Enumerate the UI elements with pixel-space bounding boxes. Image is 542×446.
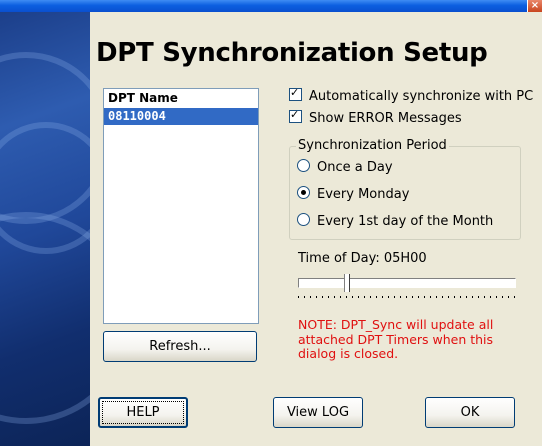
auto-sync-checkbox-row[interactable]: ✓ Automatically synchronize with PC — [289, 86, 534, 105]
radio-button[interactable] — [297, 159, 310, 172]
radio-button[interactable] — [297, 213, 310, 226]
close-icon: × — [530, 0, 540, 11]
slider-thumb[interactable] — [344, 274, 350, 292]
close-note: NOTE: DPT_Sync will update all attached … — [298, 317, 494, 361]
dpt-name-list[interactable]: DPT Name 08110004 — [103, 88, 259, 324]
auto-sync-checkbox[interactable]: ✓ — [289, 86, 302, 101]
dialog-window: × DPT Synchronization Setup DPT Name 081… — [0, 0, 542, 446]
dialog-title: DPT Synchronization Setup — [96, 38, 488, 68]
sync-period-label: Synchronization Period — [296, 138, 449, 153]
banner-swirl — [0, 212, 90, 424]
time-of-day-label: Time of Day: 05H00 — [298, 251, 427, 266]
radio-label: Every 1st day of the Month — [317, 214, 494, 229]
radio-every-1st-day-of-month[interactable]: Every 1st day of the Month — [297, 213, 493, 230]
list-column-header: DPT Name — [104, 89, 258, 108]
list-item[interactable]: 08110004 — [104, 108, 258, 125]
show-errors-label: Show ERROR Messages — [309, 111, 462, 126]
checkmark-icon: ✓ — [290, 86, 300, 99]
auto-sync-label: Automatically synchronize with PC — [309, 89, 534, 104]
help-button[interactable]: HELP — [98, 397, 188, 428]
show-errors-checkbox-row[interactable]: ✓ Show ERROR Messages — [289, 108, 462, 127]
radio-label: Once a Day — [317, 160, 393, 175]
time-of-day-slider[interactable] — [298, 278, 516, 288]
ok-button[interactable]: OK — [425, 397, 515, 428]
slider-ticks — [298, 296, 516, 298]
radio-label: Every Monday — [317, 187, 410, 202]
view-log-button[interactable]: View LOG — [273, 397, 363, 428]
radio-once-a-day[interactable]: Once a Day — [297, 159, 393, 176]
title-bar[interactable]: × — [0, 0, 542, 13]
radio-button[interactable] — [297, 186, 310, 199]
refresh-button[interactable]: Refresh... — [103, 331, 257, 362]
checkmark-icon: ✓ — [290, 108, 300, 121]
decorative-banner — [0, 12, 90, 446]
radio-every-monday[interactable]: Every Monday — [297, 186, 409, 203]
show-errors-checkbox[interactable]: ✓ — [289, 108, 302, 123]
